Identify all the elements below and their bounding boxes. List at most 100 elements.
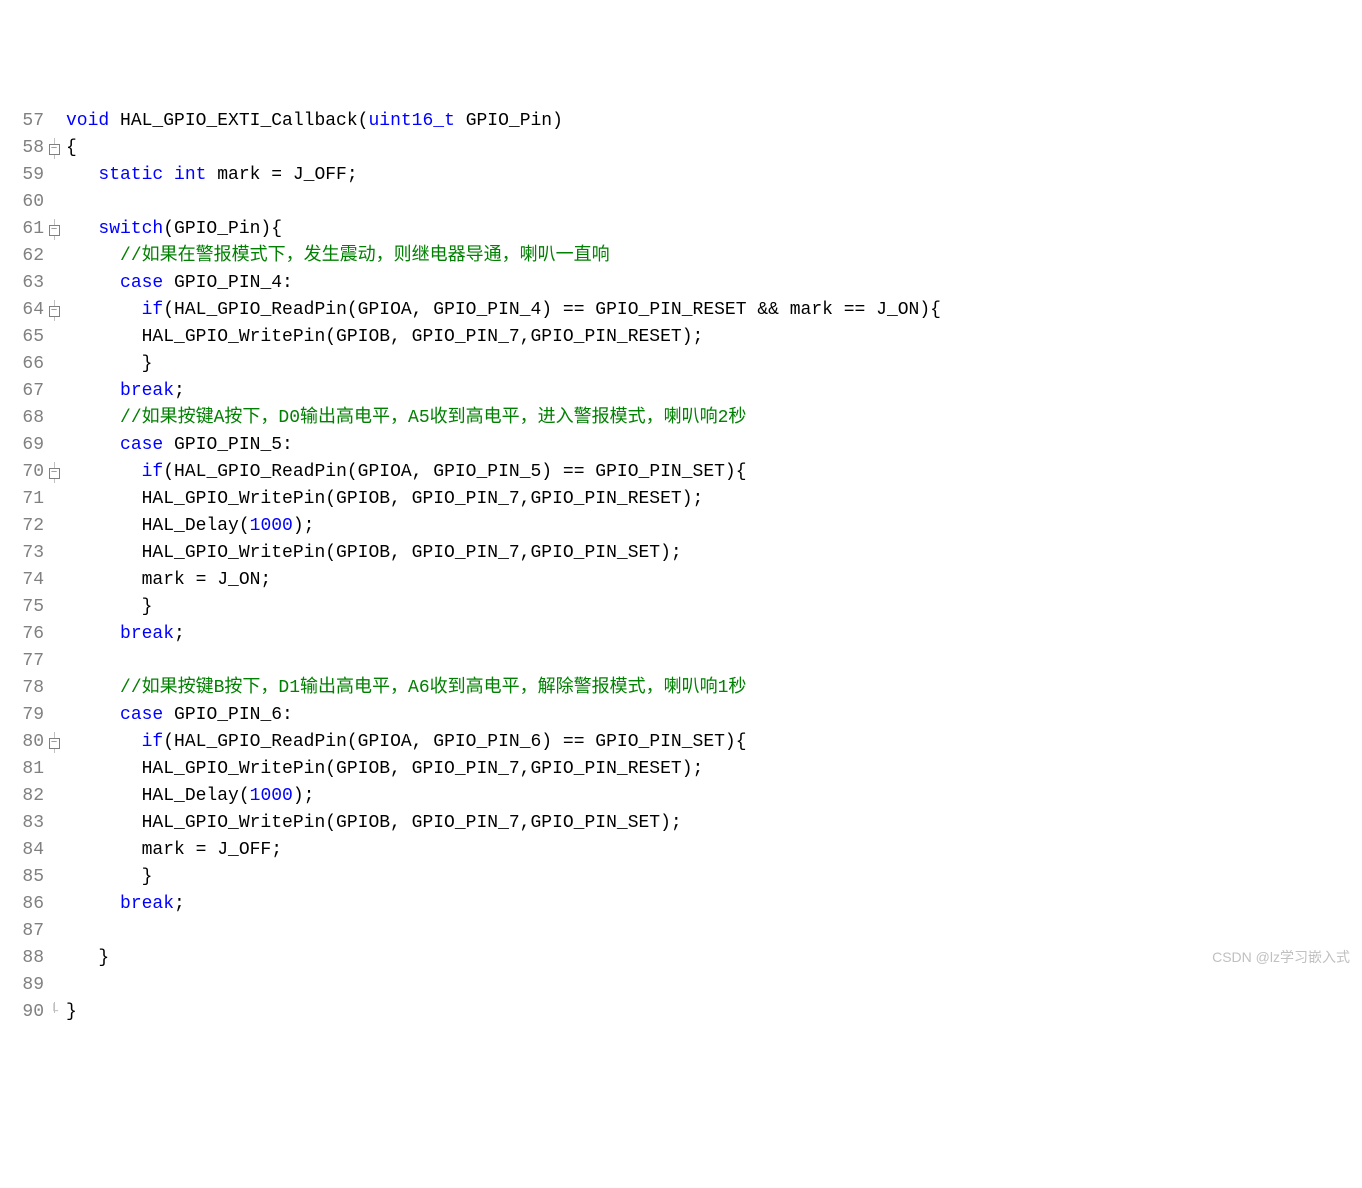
fold-collapse-icon[interactable]: − xyxy=(49,144,60,155)
code-content[interactable]: HAL_GPIO_WritePin(GPIOB, GPIO_PIN_7,GPIO… xyxy=(62,756,703,783)
fold-gutter[interactable]: − xyxy=(46,219,62,240)
code-content[interactable]: switch(GPIO_Pin){ xyxy=(62,216,282,243)
code-line[interactable]: 61− switch(GPIO_Pin){ xyxy=(0,216,1362,243)
code-line[interactable]: 90└} xyxy=(0,999,1362,1026)
code-line[interactable]: 58−{ xyxy=(0,135,1362,162)
code-editor[interactable]: 57 void HAL_GPIO_EXTI_Callback(uint16_t G… xyxy=(0,108,1362,1026)
fold-gutter[interactable]: − xyxy=(46,300,62,321)
code-content[interactable]: break; xyxy=(62,378,185,405)
fold-gutter[interactable]: − xyxy=(46,138,62,159)
code-line[interactable]: 70− if(HAL_GPIO_ReadPin(GPIOA, GPIO_PIN_… xyxy=(0,459,1362,486)
line-number: 69 xyxy=(0,432,46,459)
code-content[interactable]: HAL_Delay(1000); xyxy=(62,783,314,810)
code-line[interactable]: 68 //如果按键A按下，D0输出高电平，A5收到高电平，进入警报模式，喇叭响2… xyxy=(0,405,1362,432)
code-line[interactable]: 79 case GPIO_PIN_6: xyxy=(0,702,1362,729)
line-number: 77 xyxy=(0,648,46,675)
code-line[interactable]: 85 } xyxy=(0,864,1362,891)
code-line[interactable]: 83 HAL_GPIO_WritePin(GPIOB, GPIO_PIN_7,G… xyxy=(0,810,1362,837)
line-number: 68 xyxy=(0,405,46,432)
code-content[interactable]: case GPIO_PIN_4: xyxy=(62,270,293,297)
code-line[interactable]: 75 } xyxy=(0,594,1362,621)
line-number: 65 xyxy=(0,324,46,351)
code-line[interactable]: 76 break; xyxy=(0,621,1362,648)
code-line[interactable]: 78 //如果按键B按下，D1输出高电平，A6收到高电平，解除警报模式，喇叭响1… xyxy=(0,675,1362,702)
line-number: 89 xyxy=(0,972,46,999)
code-line[interactable]: 62 //如果在警报模式下，发生震动，则继电器导通，喇叭一直响 xyxy=(0,243,1362,270)
line-number: 60 xyxy=(0,189,46,216)
code-content[interactable]: mark = J_OFF; xyxy=(62,837,282,864)
line-number: 80 xyxy=(0,729,46,756)
fold-collapse-icon[interactable]: − xyxy=(49,225,60,236)
code-content[interactable]: static int mark = J_OFF; xyxy=(62,162,358,189)
code-content[interactable]: case GPIO_PIN_6: xyxy=(62,702,293,729)
code-line[interactable]: 84 mark = J_OFF; xyxy=(0,837,1362,864)
code-line[interactable]: 57 void HAL_GPIO_EXTI_Callback(uint16_t G… xyxy=(0,108,1362,135)
fold-gutter[interactable]: − xyxy=(46,462,62,483)
code-content[interactable]: HAL_GPIO_WritePin(GPIOB, GPIO_PIN_7,GPIO… xyxy=(62,810,682,837)
line-number: 83 xyxy=(0,810,46,837)
code-content[interactable]: break; xyxy=(62,621,185,648)
line-number: 79 xyxy=(0,702,46,729)
line-number: 58 xyxy=(0,135,46,162)
code-line[interactable]: 59 static int mark = J_OFF; xyxy=(0,162,1362,189)
fold-gutter[interactable]: − xyxy=(46,732,62,753)
line-number: 90 xyxy=(0,999,46,1026)
code-line[interactable]: 81 HAL_GPIO_WritePin(GPIOB, GPIO_PIN_7,G… xyxy=(0,756,1362,783)
line-number: 62 xyxy=(0,243,46,270)
code-content[interactable]: if(HAL_GPIO_ReadPin(GPIOA, GPIO_PIN_5) =… xyxy=(62,459,747,486)
code-content[interactable]: case GPIO_PIN_5: xyxy=(62,432,293,459)
code-content[interactable]: HAL_Delay(1000); xyxy=(62,513,314,540)
code-line[interactable]: 86 break; xyxy=(0,891,1362,918)
fold-collapse-icon[interactable]: − xyxy=(49,738,60,749)
watermark: CSDN @lz学习嵌入式 xyxy=(1212,947,1350,968)
line-number: 84 xyxy=(0,837,46,864)
code-line[interactable]: 89 xyxy=(0,972,1362,999)
code-content[interactable]: void HAL_GPIO_EXTI_Callback(uint16_t GPI… xyxy=(62,108,563,135)
code-content[interactable]: //如果在警报模式下，发生震动，则继电器导通，喇叭一直响 xyxy=(62,243,610,270)
code-line[interactable]: 65 HAL_GPIO_WritePin(GPIOB, GPIO_PIN_7,G… xyxy=(0,324,1362,351)
code-line[interactable]: 64− if(HAL_GPIO_ReadPin(GPIOA, GPIO_PIN_… xyxy=(0,297,1362,324)
code-content[interactable]: //如果按键B按下，D1输出高电平，A6收到高电平，解除警报模式，喇叭响1秒 xyxy=(62,675,746,702)
line-number: 63 xyxy=(0,270,46,297)
code-content[interactable]: HAL_GPIO_WritePin(GPIOB, GPIO_PIN_7,GPIO… xyxy=(62,486,703,513)
code-line[interactable]: 88 } xyxy=(0,945,1362,972)
code-content[interactable]: } xyxy=(62,351,152,378)
line-number: 78 xyxy=(0,675,46,702)
code-line[interactable]: 67 break; xyxy=(0,378,1362,405)
line-number: 64 xyxy=(0,297,46,324)
code-line[interactable]: 66 } xyxy=(0,351,1362,378)
code-content[interactable]: if(HAL_GPIO_ReadPin(GPIOA, GPIO_PIN_4) =… xyxy=(62,297,941,324)
code-line[interactable]: 60 xyxy=(0,189,1362,216)
code-content[interactable]: if(HAL_GPIO_ReadPin(GPIOA, GPIO_PIN_6) =… xyxy=(62,729,747,756)
code-line[interactable]: 82 HAL_Delay(1000); xyxy=(0,783,1362,810)
code-line[interactable]: 74 mark = J_ON; xyxy=(0,567,1362,594)
line-number: 81 xyxy=(0,756,46,783)
code-line[interactable]: 77 xyxy=(0,648,1362,675)
code-content[interactable]: } xyxy=(62,594,152,621)
line-number: 67 xyxy=(0,378,46,405)
line-number: 76 xyxy=(0,621,46,648)
code-line[interactable]: 80− if(HAL_GPIO_ReadPin(GPIOA, GPIO_PIN_… xyxy=(0,729,1362,756)
code-content[interactable]: HAL_GPIO_WritePin(GPIOB, GPIO_PIN_7,GPIO… xyxy=(62,540,682,567)
code-content[interactable]: mark = J_ON; xyxy=(62,567,271,594)
line-number: 86 xyxy=(0,891,46,918)
fold-collapse-icon[interactable]: − xyxy=(49,468,60,479)
line-number: 57 xyxy=(0,108,46,135)
code-line[interactable]: 73 HAL_GPIO_WritePin(GPIOB, GPIO_PIN_7,G… xyxy=(0,540,1362,567)
code-content[interactable]: { xyxy=(62,135,77,162)
code-line[interactable]: 87 xyxy=(0,918,1362,945)
code-content[interactable]: //如果按键A按下，D0输出高电平，A5收到高电平，进入警报模式，喇叭响2秒 xyxy=(62,405,746,432)
code-content[interactable]: HAL_GPIO_WritePin(GPIOB, GPIO_PIN_7,GPIO… xyxy=(62,324,703,351)
line-number: 59 xyxy=(0,162,46,189)
code-content[interactable]: break; xyxy=(62,891,185,918)
code-line[interactable]: 63 case GPIO_PIN_4: xyxy=(0,270,1362,297)
code-line[interactable]: 72 HAL_Delay(1000); xyxy=(0,513,1362,540)
fold-gutter: └ xyxy=(46,1002,62,1023)
fold-collapse-icon[interactable]: − xyxy=(49,306,60,317)
code-content[interactable]: } xyxy=(62,945,109,972)
line-number: 85 xyxy=(0,864,46,891)
code-line[interactable]: 69 case GPIO_PIN_5: xyxy=(0,432,1362,459)
code-content[interactable]: } xyxy=(62,999,77,1026)
code-content[interactable]: } xyxy=(62,864,152,891)
code-line[interactable]: 71 HAL_GPIO_WritePin(GPIOB, GPIO_PIN_7,G… xyxy=(0,486,1362,513)
